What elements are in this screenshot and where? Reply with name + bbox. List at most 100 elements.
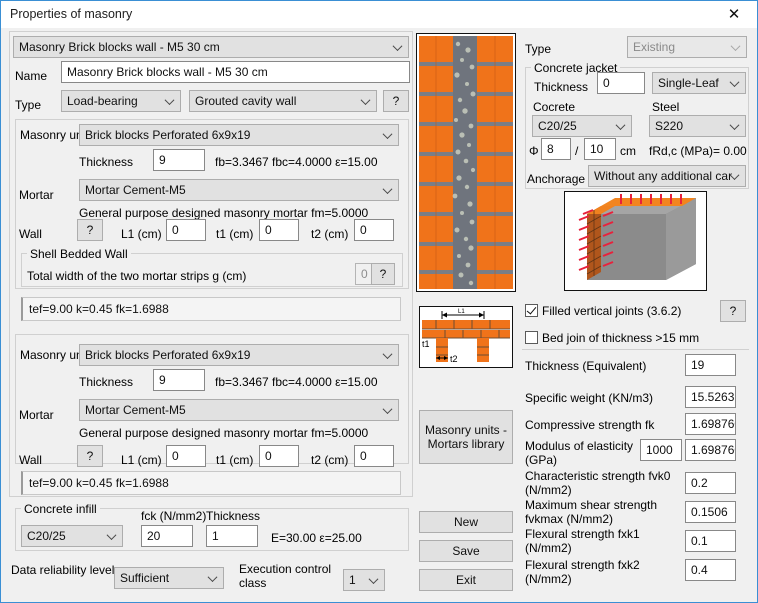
jacket-steel-combo[interactable]: S220 <box>649 115 746 137</box>
masonry-units-mortars-library-button[interactable]: Masonry units - Mortars library <box>419 410 513 464</box>
prop-characteristic-strength-input[interactable]: 0.2 <box>685 472 736 494</box>
right-type-label: Type <box>525 42 552 56</box>
jacket-concrete-combo[interactable]: C20/25 <box>532 115 632 137</box>
infill-fck-value: 20 <box>147 529 161 543</box>
leaf2-thickness-label: Thickness <box>79 375 134 389</box>
filled-vertical-joints-checkbox[interactable] <box>525 304 538 317</box>
concrete-infill-title: Concrete infill <box>21 502 100 516</box>
svg-text:t1: t1 <box>422 339 430 349</box>
leaf2-t1-label: t1 (cm) <box>216 453 254 467</box>
execution-control-label: Execution control class <box>239 562 332 590</box>
leaf2-l1-value: 0 <box>172 449 179 463</box>
new-button[interactable]: New <box>419 511 513 533</box>
leaf1-l1-value: 0 <box>172 223 179 237</box>
infill-thickness-value: 1 <box>212 529 219 543</box>
prop-specific-weight-value: 15.52631 <box>691 390 735 404</box>
chevron-down-icon <box>209 573 218 582</box>
chevron-down-icon <box>394 42 403 51</box>
chevron-down-icon <box>384 130 393 139</box>
prop-thickness-equivalent-input[interactable]: 19 <box>685 354 736 376</box>
phi-input[interactable]: 8 <box>541 138 571 160</box>
chevron-down-icon <box>617 121 626 130</box>
leaf1-t1-value: 0 <box>265 223 272 237</box>
leaf1-unit-combo-value: Brick blocks Perforated 6x9x19 <box>85 128 251 142</box>
data-reliability-label: Data reliability level <box>11 563 115 577</box>
existing-type-combo[interactable]: Existing <box>627 36 747 58</box>
leaf1-l1-input[interactable]: 0 <box>166 219 206 241</box>
spacing-input[interactable]: 10 <box>584 138 616 160</box>
data-reliability-combo[interactable]: Sufficient <box>114 567 224 589</box>
wall-detail-diagram: L1 t1 t2 <box>419 306 513 368</box>
type-help-button[interactable]: ? <box>383 90 409 112</box>
bed-join-thickness-checkbox[interactable] <box>525 331 538 344</box>
leaf2-t1-input[interactable]: 0 <box>259 445 299 467</box>
wall-type-combo[interactable]: Grouted cavity wall <box>189 90 377 112</box>
leaf2-mortar-combo[interactable]: Mortar Cement-M5 <box>79 399 399 421</box>
leaf2-l1-label: L1 (cm) <box>121 453 162 467</box>
leaf1-mortar-combo[interactable]: Mortar Cement-M5 <box>79 179 399 201</box>
phi-label: Φ <box>529 144 539 158</box>
leaf1-t2-input[interactable]: 0 <box>354 219 394 241</box>
chevron-down-icon <box>731 121 740 130</box>
bed-join-thickness-label: Bed join of thickness >15 mm <box>542 331 700 345</box>
execution-control-combo[interactable]: 1 <box>343 569 385 591</box>
leaf1-t2-value: 0 <box>360 223 367 237</box>
chevron-down-icon <box>732 42 741 51</box>
name-input[interactable]: Masonry Brick blocks wall - M5 30 cm <box>61 61 410 83</box>
prop-flexural-fxk1-input[interactable]: 0.1 <box>685 530 736 552</box>
leaf2-wall-help-button[interactable]: ? <box>77 445 103 467</box>
close-icon[interactable]: ✕ <box>711 1 757 27</box>
leaf1-result-readout: tef=9.00 k=0.45 fk=1.6988 <box>21 297 401 321</box>
leaf2-t2-input[interactable]: 0 <box>354 445 394 467</box>
prop-compressive-strength-input[interactable]: 1.698760 <box>685 413 736 435</box>
anchorage-value: Without any additional care <box>594 169 732 183</box>
jacket-thickness-input[interactable]: 0 <box>597 72 645 94</box>
leaf2-unit-combo[interactable]: Brick blocks Perforated 6x9x19 <box>79 344 399 366</box>
leaf2-thickness-input[interactable]: 9 <box>153 369 205 391</box>
leaf1-wall-help-button[interactable]: ? <box>77 219 103 241</box>
leaf1-thickness-label: Thickness <box>79 155 134 169</box>
infill-thickness-input[interactable]: 1 <box>206 525 258 547</box>
prop-compressive-strength-value: 1.698760 <box>691 417 735 431</box>
leaf1-t1-input[interactable]: 0 <box>259 219 299 241</box>
prop-characteristic-strength-value: 0.2 <box>691 476 708 490</box>
exit-button[interactable]: Exit <box>419 569 513 591</box>
leaf1-thickness-input[interactable]: 9 <box>153 149 205 171</box>
joints-help-button[interactable]: ? <box>720 300 746 322</box>
prop-flexural-fxk1-label: Flexural strength fxk1 (N/mm2) <box>525 527 640 555</box>
leaf2-thickness-value: 9 <box>159 373 166 387</box>
infill-fck-input[interactable]: 20 <box>141 525 193 547</box>
shell-bedded-wall-help-button[interactable]: ? <box>371 263 395 285</box>
anchorage-combo[interactable]: Without any additional care <box>588 165 746 187</box>
type-combo[interactable]: Load-bearing <box>61 90 181 112</box>
leaf1-mortar-desc: General purpose designed masonry mortar … <box>79 206 369 220</box>
chevron-down-icon <box>362 96 371 105</box>
leaf1-unit-combo[interactable]: Brick blocks Perforated 6x9x19 <box>79 124 399 146</box>
chevron-down-icon <box>384 405 393 414</box>
prop-specific-weight-input[interactable]: 15.52631 <box>685 386 736 408</box>
prop-flexural-fxk2-input[interactable]: 0.4 <box>685 559 736 581</box>
prop-modulus-elasticity-input[interactable]: 1.698760 <box>685 439 736 461</box>
wall-type-combo-value: Grouted cavity wall <box>195 94 297 108</box>
anchorage-label: Anchorage <box>527 172 586 186</box>
leaf2-l1-input[interactable]: 0 <box>166 445 206 467</box>
save-button[interactable]: Save <box>419 540 513 562</box>
jacket-leaf-combo[interactable]: Single-Leaf <box>652 72 746 94</box>
existing-type-value: Existing <box>633 40 676 54</box>
leaf2-mortar-combo-value: Mortar Cement-M5 <box>85 403 186 417</box>
prop-modulus-multiplier-input[interactable]: 1000 <box>640 439 682 461</box>
preset-combo[interactable]: Masonry Brick blocks wall - M5 30 cm <box>13 36 409 58</box>
prop-modulus-elasticity-value: 1.698760 <box>691 443 735 457</box>
phi-value: 8 <box>547 142 554 156</box>
prop-thickness-equivalent-label: Thickness (Equivalent) <box>525 359 647 373</box>
infill-class-combo[interactable]: C20/25 <box>21 525 123 547</box>
prop-max-shear-strength-input[interactable]: 0.1506 <box>685 501 736 523</box>
frd-c-text: fRd,c (MPa)= 0.00 <box>649 144 747 158</box>
leaf2-unit-combo-value: Brick blocks Perforated 6x9x19 <box>85 348 251 362</box>
properties-of-masonry-window: Properties of masonry ✕ Masonry Brick bl… <box>0 0 758 603</box>
chevron-down-icon <box>384 185 393 194</box>
leaf2-t1-value: 0 <box>265 449 272 463</box>
prop-flexural-fxk1-value: 0.1 <box>691 534 708 548</box>
leaf1-t2-label: t2 (cm) <box>311 227 349 241</box>
leaf1-l1-label: L1 (cm) <box>121 227 162 241</box>
